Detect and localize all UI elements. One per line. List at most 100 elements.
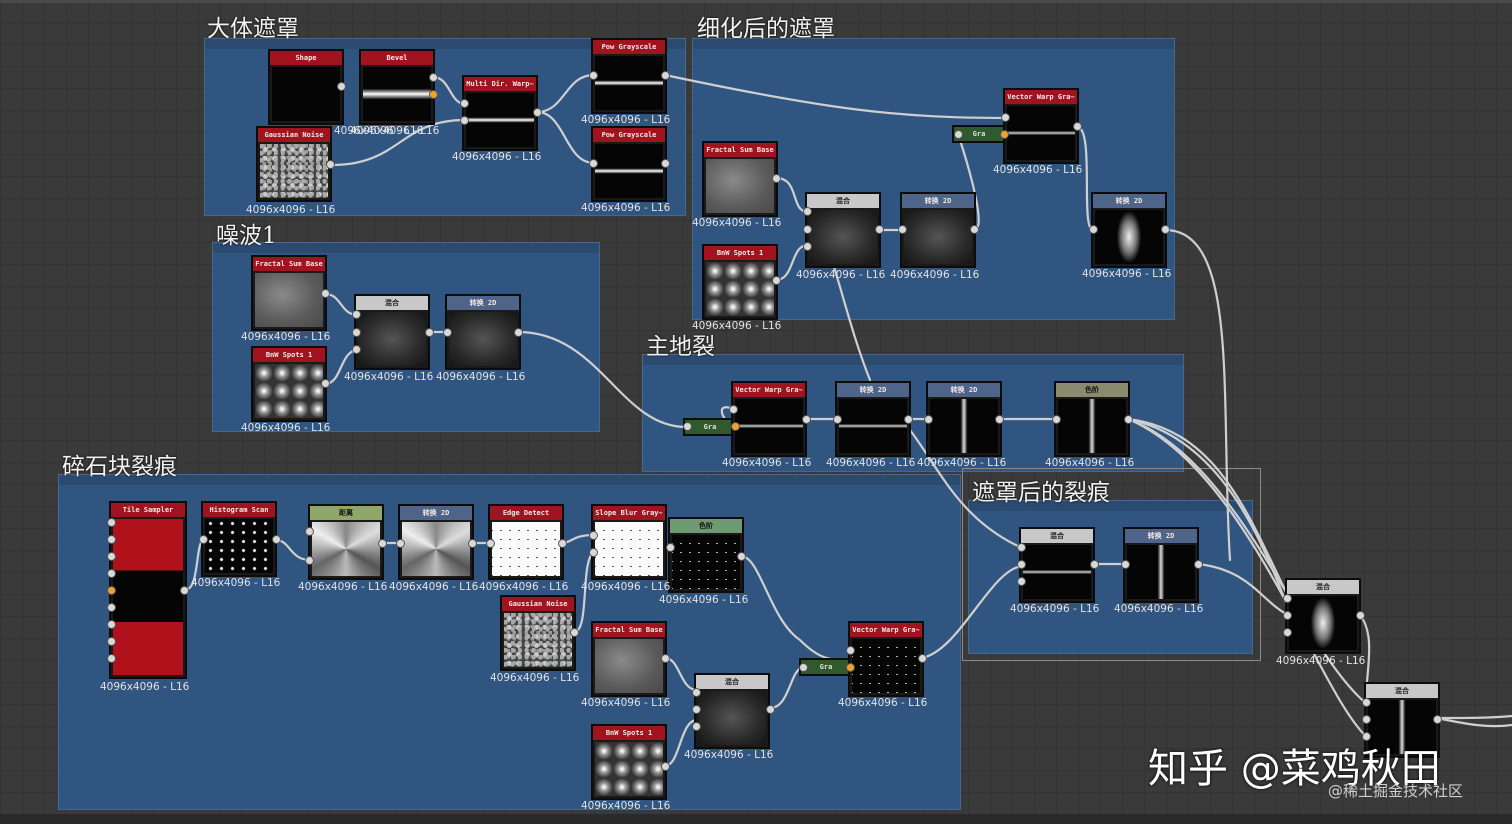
node-transform-2d-4[interactable]: 转换 2D	[835, 381, 911, 457]
output-port[interactable]	[180, 586, 189, 595]
input-port[interactable]	[692, 705, 701, 714]
input-port[interactable]	[352, 345, 361, 354]
output-port[interactable]	[970, 225, 979, 234]
node-distance[interactable]: 距离	[308, 504, 384, 580]
input-port[interactable]	[352, 328, 361, 337]
node-levels-1[interactable]: 色阶	[1054, 381, 1130, 457]
node-vector-warp-2[interactable]: Vector Warp Gra~	[731, 381, 807, 457]
input-port[interactable]	[589, 71, 598, 80]
node-slope-blur[interactable]: Slope Blur Gray~	[591, 504, 667, 580]
node-blend-4[interactable]: 混合	[1019, 527, 1095, 603]
input-port[interactable]	[107, 620, 116, 629]
input-port[interactable]	[954, 130, 963, 139]
node-blend-5[interactable]: 混合	[1285, 578, 1361, 654]
node-histogram-scan[interactable]: Histogram Scan	[201, 501, 277, 577]
input-port[interactable]	[1089, 225, 1098, 234]
output-port[interactable]	[326, 160, 335, 169]
input-port[interactable]	[352, 310, 361, 319]
node-bnw-spots-2[interactable]: BnW Spots 1	[251, 346, 327, 422]
input-port[interactable]	[924, 415, 933, 424]
output-port[interactable]	[1124, 415, 1133, 424]
input-port[interactable]	[803, 242, 812, 251]
node-transform-2d-3[interactable]: 转换 2D	[1091, 192, 1167, 268]
input-port[interactable]	[799, 663, 808, 672]
input-port[interactable]	[1283, 611, 1292, 620]
node-transform-2d-7[interactable]: 转换 2D	[1123, 527, 1199, 603]
input-port[interactable]	[692, 688, 701, 697]
input-port[interactable]	[729, 405, 738, 414]
node-vector-warp-3[interactable]: Vector Warp Gra~	[848, 621, 924, 697]
node-transform-2d-5[interactable]: 转换 2D	[926, 381, 1002, 457]
input-port[interactable]	[107, 552, 116, 561]
input-port[interactable]	[1362, 698, 1371, 707]
input-port[interactable]	[1017, 560, 1026, 569]
node-tile-sampler[interactable]: Tile Sampler	[109, 501, 187, 679]
input-port[interactable]	[107, 518, 116, 527]
output-port[interactable]	[468, 539, 477, 548]
output-port[interactable]	[904, 415, 913, 424]
node-bnw-spots-1[interactable]: BnW Spots 1	[702, 244, 778, 320]
input-port[interactable]	[1362, 715, 1371, 724]
node-fractal-sum-base-3[interactable]: Fractal Sum Base	[591, 621, 667, 697]
input-port[interactable]	[460, 99, 469, 108]
node-multi-dir-warp[interactable]: Multi Dir. Warp~	[462, 75, 538, 151]
node-blend-2[interactable]: 混合	[354, 294, 430, 370]
output-port[interactable]	[533, 108, 542, 117]
output-port[interactable]	[1090, 560, 1099, 569]
output-port[interactable]	[1356, 611, 1365, 620]
output-port[interactable]	[1000, 130, 1009, 139]
output-port[interactable]	[766, 705, 775, 714]
input-port[interactable]	[107, 586, 116, 595]
output-port[interactable]	[321, 379, 330, 388]
input-port[interactable]	[443, 328, 452, 337]
node-pow-grayscale-2[interactable]: Pow Grayscale	[591, 126, 667, 202]
output-port[interactable]	[429, 73, 438, 82]
input-port[interactable]	[1017, 577, 1026, 586]
output-port[interactable]	[514, 328, 523, 337]
output-port[interactable]	[1194, 560, 1203, 569]
input-port[interactable]	[305, 527, 314, 536]
output-port[interactable]	[918, 654, 927, 663]
output-port[interactable]	[661, 159, 670, 168]
node-blend-1[interactable]: 混合	[805, 192, 881, 268]
output-port[interactable]	[429, 90, 438, 99]
node-shape[interactable]: Shape	[268, 49, 344, 125]
input-port[interactable]	[460, 116, 469, 125]
node-levels-2[interactable]: 色阶	[668, 517, 744, 593]
input-port[interactable]	[833, 415, 842, 424]
node-bnw-spots-3[interactable]: BnW Spots 1	[591, 724, 667, 800]
output-port[interactable]	[272, 535, 281, 544]
output-port[interactable]	[661, 654, 670, 663]
input-port[interactable]	[1052, 415, 1061, 424]
output-port[interactable]	[1073, 122, 1082, 131]
input-port[interactable]	[683, 422, 692, 431]
node-edge-detect[interactable]: Edge Detect	[488, 504, 564, 580]
input-port[interactable]	[589, 159, 598, 168]
node-transform-2d-6[interactable]: 转换 2D	[398, 504, 474, 580]
input-port[interactable]	[107, 654, 116, 663]
input-port[interactable]	[305, 556, 314, 565]
node-bevel[interactable]: Bevel	[359, 49, 435, 125]
output-port[interactable]	[570, 628, 579, 637]
input-port[interactable]	[396, 539, 405, 548]
input-port[interactable]	[666, 543, 675, 552]
output-port[interactable]	[378, 539, 387, 548]
input-port[interactable]	[692, 722, 701, 731]
input-port[interactable]	[486, 539, 495, 548]
output-port[interactable]	[1433, 715, 1442, 724]
input-port[interactable]	[107, 603, 116, 612]
node-blend-3[interactable]: 混合	[694, 673, 770, 749]
node-gaussian-noise-2[interactable]: Gaussian Noise	[500, 595, 576, 671]
output-port[interactable]	[558, 539, 567, 548]
output-port[interactable]	[772, 276, 781, 285]
input-port[interactable]	[1001, 113, 1010, 122]
output-port[interactable]	[425, 328, 434, 337]
output-port[interactable]	[661, 71, 670, 80]
input-port[interactable]	[803, 225, 812, 234]
input-port[interactable]	[107, 637, 116, 646]
node-gaussian-noise[interactable]: Gaussian Noise	[256, 126, 332, 202]
output-port[interactable]	[802, 415, 811, 424]
node-transform-2d-2[interactable]: 转换 2D	[445, 294, 521, 370]
output-port[interactable]	[875, 225, 884, 234]
input-port[interactable]	[107, 535, 116, 544]
